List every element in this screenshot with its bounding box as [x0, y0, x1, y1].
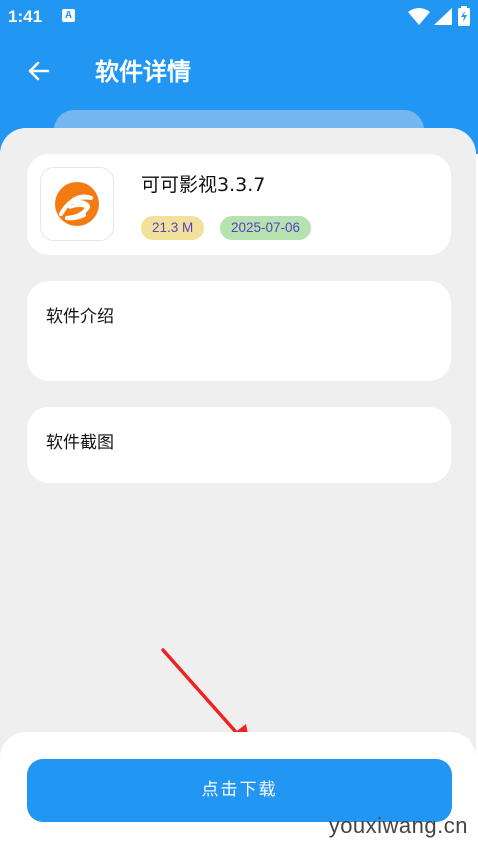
- screenshots-card: 软件截图: [27, 407, 451, 483]
- arrow-left-icon: [28, 61, 50, 81]
- cell-signal-icon: [434, 8, 452, 25]
- keke-app-logo-icon: [55, 182, 99, 226]
- intro-title: 软件介绍: [46, 307, 114, 327]
- battery-charging-icon: [458, 6, 470, 26]
- wifi-icon: [408, 8, 430, 25]
- back-button[interactable]: [22, 54, 56, 88]
- size-badge: 21.3 M: [141, 216, 205, 240]
- app-info-card: 可可影视3.3.7 21.3 M 2025-07-06: [27, 154, 451, 255]
- app-name: 可可影视3.3.7: [141, 174, 266, 196]
- status-bar: 1:41 A: [0, 0, 478, 34]
- status-time: 1:41: [8, 7, 43, 26]
- notification-a-icon: A: [62, 9, 75, 22]
- date-badge: 2025-07-06: [220, 216, 312, 240]
- page-title: 软件详情: [95, 58, 191, 86]
- watermark: youxiwang.cn: [328, 813, 468, 838]
- app-icon[interactable]: [40, 167, 114, 241]
- app-bar: 软件详情: [0, 34, 478, 114]
- screenshots-title: 软件截图: [46, 433, 114, 453]
- intro-card: 软件介绍: [27, 281, 451, 381]
